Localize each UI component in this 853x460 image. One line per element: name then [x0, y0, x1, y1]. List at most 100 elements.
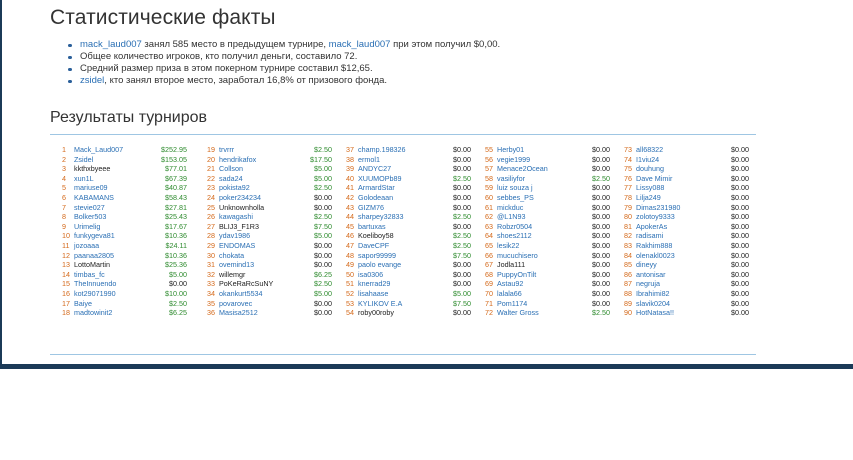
result-row: 47 DaveCPF $2.50 — [346, 241, 471, 251]
result-player-name[interactable]: lesik22 — [497, 241, 519, 250]
result-player-name[interactable]: Zsidel — [74, 155, 93, 164]
result-player-name[interactable]: okankurt5534 — [219, 289, 263, 298]
player-link[interactable]: zsidel — [80, 75, 104, 86]
result-player-name[interactable]: mickduc — [497, 203, 523, 212]
result-player-name[interactable]: vasiliyfor — [497, 174, 525, 183]
result-player-name[interactable]: Collson — [219, 164, 243, 173]
result-player-name[interactable]: Herby01 — [497, 145, 524, 154]
result-player-name[interactable]: Urimelig — [74, 222, 100, 231]
result-player-name[interactable]: madtowinit2 — [74, 308, 112, 317]
result-row: 82 radisami $0.00 — [624, 231, 749, 241]
result-player-name[interactable]: Golodeaan — [358, 193, 393, 202]
result-player-name[interactable]: sharpey32833 — [358, 212, 404, 221]
result-player-name[interactable]: ermol1 — [358, 155, 380, 164]
result-player-name[interactable]: Dave Mimir — [636, 174, 672, 183]
result-player-name[interactable]: knerrad29 — [358, 279, 390, 288]
result-player-name[interactable]: bartuxas — [358, 222, 386, 231]
result-player-name[interactable]: luiz souza j — [497, 183, 533, 192]
result-player-name[interactable]: stevie027 — [74, 203, 105, 212]
result-player-name[interactable]: dineyy — [636, 260, 657, 269]
result-position: 85 — [624, 260, 632, 270]
result-player-name[interactable]: mariuse09 — [74, 183, 108, 192]
result-player-name[interactable]: negruja — [636, 279, 660, 288]
result-player-name[interactable]: I1viu24 — [636, 155, 659, 164]
result-player-name[interactable]: Rakhim888 — [636, 241, 672, 250]
result-player-name[interactable]: GIZM76 — [358, 203, 384, 212]
result-player-name[interactable]: KYLIKOV E.A — [358, 299, 402, 308]
result-player-name[interactable]: ENDOMAS — [219, 241, 255, 250]
result-player-name[interactable]: hendrikafox — [219, 155, 256, 164]
result-prize: $252.95 — [161, 145, 187, 154]
result-player-name[interactable]: Bolker503 — [74, 212, 106, 221]
result-player-name[interactable]: lalala66 — [497, 289, 522, 298]
result-player-name[interactable]: DaveCPF — [358, 241, 389, 250]
result-player-name[interactable]: kawagashi — [219, 212, 253, 221]
result-player-name[interactable]: poker234234 — [219, 193, 261, 202]
result-row: 73 all68322 $0.00 — [624, 145, 749, 155]
result-player-name[interactable]: olenakl0023 — [636, 251, 675, 260]
result-player-name[interactable]: HotNatasa!! — [636, 308, 674, 317]
result-player-name[interactable]: ArmardStar — [358, 183, 395, 192]
result-prize: $2.50 — [314, 183, 332, 193]
result-player-name[interactable]: ydav1986 — [219, 231, 250, 240]
result-row: 79 Dimas231980 $0.00 — [624, 203, 749, 213]
result-player-name[interactable]: sapor99999 — [358, 251, 396, 260]
result-player-name[interactable]: ApokerAs — [636, 222, 667, 231]
result-player-name[interactable]: lisahaase — [358, 289, 388, 298]
player-link[interactable]: mack_laud007 — [329, 39, 391, 50]
result-player-name[interactable]: Ibrahimi82 — [636, 289, 670, 298]
result-row: 65 lesik22 $0.00 — [485, 241, 610, 251]
result-prize: $0.00 — [592, 298, 610, 308]
result-player-name[interactable]: povarovec — [219, 299, 252, 308]
result-player-name[interactable]: isa0306 — [358, 270, 383, 279]
result-player-name[interactable]: ANDYC27 — [358, 164, 391, 173]
result-player-name[interactable]: pokista92 — [219, 183, 250, 192]
result-player-name[interactable]: Pom1174 — [497, 299, 527, 308]
result-position: 5 — [62, 183, 66, 193]
result-player-name[interactable]: timbas_fc — [74, 270, 105, 279]
result-player-name[interactable]: radisami — [636, 231, 663, 240]
result-player-name[interactable]: Masisa2512 — [219, 308, 258, 317]
result-player-name[interactable]: vegie1999 — [497, 155, 530, 164]
fact-item: zsidel, кто занял второе место, заработа… — [68, 75, 500, 87]
result-player-name[interactable]: TheInnuendo — [74, 279, 116, 288]
result-player-name[interactable]: Walter Gross — [497, 308, 539, 317]
result-player-name[interactable]: sada24 — [219, 174, 243, 183]
result-player-name[interactable]: Menace2Ocean — [497, 164, 548, 173]
result-player-name[interactable]: shoes2112 — [497, 231, 532, 240]
result-player-name[interactable]: antonisar — [636, 270, 666, 279]
result-player-name[interactable]: Lissy088 — [636, 183, 664, 192]
result-player-name[interactable]: slavik0204 — [636, 299, 670, 308]
result-player-name[interactable]: jozoaaa — [74, 241, 99, 250]
result-player-name[interactable]: @L1N93 — [497, 212, 525, 221]
result-player-name[interactable]: xun1L — [74, 174, 94, 183]
result-position: 82 — [624, 231, 632, 241]
result-row: 13 LottoMartin $25.36 — [62, 260, 187, 270]
result-position: 7 — [62, 202, 66, 212]
result-player-name[interactable]: funkygeva81 — [74, 231, 115, 240]
result-player-name[interactable]: chokata — [219, 251, 244, 260]
results-column: 55 Herby01 $0.00 56 vegie1999 $0.00 57 Menace2O… — [485, 145, 610, 318]
result-player-name[interactable]: ovemind13 — [219, 260, 254, 269]
result-player-name[interactable]: kot29071990 — [74, 289, 116, 298]
result-player-name[interactable]: Mack_Laud007 — [74, 145, 123, 154]
result-player-name[interactable]: mucuchisero — [497, 251, 538, 260]
result-player-name[interactable]: Baiye — [74, 299, 92, 308]
result-player-name[interactable]: paanaa2805 — [74, 251, 114, 260]
result-player-name[interactable]: Lilja249 — [636, 193, 661, 202]
result-player-name[interactable]: all68322 — [636, 145, 663, 154]
result-player-name[interactable]: Robzr0504 — [497, 222, 532, 231]
result-player-name[interactable]: zolotoy9333 — [636, 212, 675, 221]
result-player-name[interactable]: champ.198326 — [358, 145, 406, 154]
result-player-name[interactable]: sebbes_PS — [497, 193, 534, 202]
result-player-name[interactable]: Dimas231980 — [636, 203, 680, 212]
result-player-name[interactable]: KABAMANS — [74, 193, 114, 202]
result-player-name[interactable]: paolo evange — [358, 260, 401, 269]
result-player-name[interactable]: Astau92 — [497, 279, 523, 288]
result-player-name[interactable]: douhung — [636, 164, 664, 173]
result-player-name[interactable]: XUUMOPb89 — [358, 174, 402, 183]
result-player-name[interactable]: PuppyOnTilt — [497, 270, 536, 279]
result-player-name[interactable]: trvrrr — [219, 145, 234, 154]
player-link[interactable]: mack_laud007 — [80, 39, 142, 50]
result-position: 81 — [624, 221, 632, 231]
